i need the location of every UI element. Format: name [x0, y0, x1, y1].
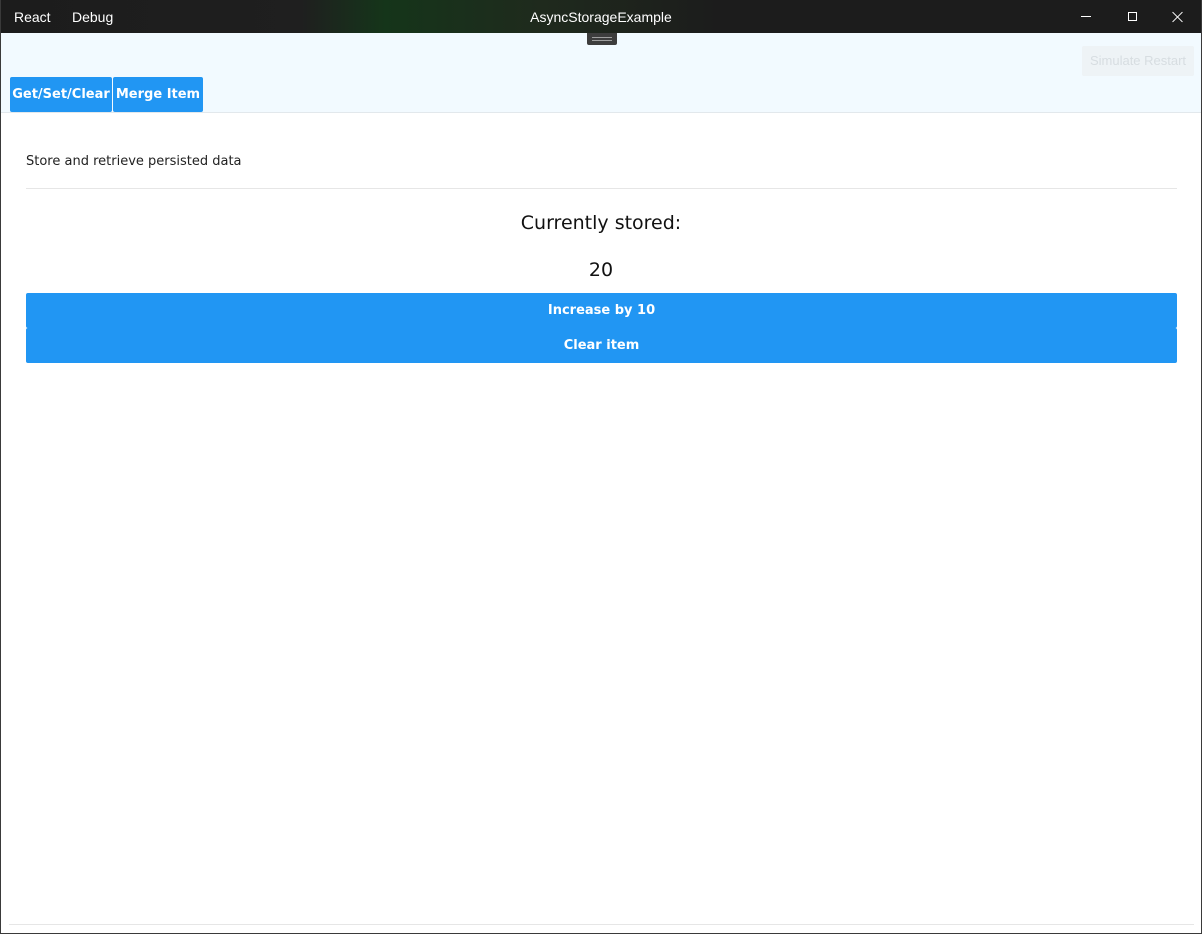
window-title: AsyncStorageExample	[530, 9, 672, 25]
drag-handle-line	[592, 40, 612, 41]
bottom-divider	[9, 924, 1194, 925]
minimize-button[interactable]	[1063, 0, 1109, 33]
menu-react[interactable]: React	[14, 0, 51, 33]
title-bar[interactable]: React Debug AsyncStorageExample	[1, 0, 1201, 33]
drag-handle-icon[interactable]	[587, 33, 617, 45]
tab-merge-item[interactable]: Merge Item	[113, 77, 203, 112]
maximize-icon	[1127, 12, 1137, 21]
stored-value: 20	[588, 259, 614, 281]
divider	[26, 188, 1177, 189]
app-window: React Debug AsyncStorageExample Simulate…	[0, 0, 1202, 934]
page-subtitle: Store and retrieve persisted data	[26, 154, 242, 169]
close-button[interactable]	[1155, 0, 1201, 33]
minimize-icon	[1081, 16, 1091, 17]
header-band: Simulate Restart Get/Set/Clear Merge Ite…	[1, 33, 1201, 113]
drag-handle-line	[592, 37, 612, 38]
increase-button[interactable]: Increase by 10	[26, 293, 1177, 328]
stored-label: Currently stored:	[520, 212, 682, 234]
simulate-restart-button[interactable]: Simulate Restart	[1082, 46, 1194, 76]
clear-item-button[interactable]: Clear item	[26, 328, 1177, 363]
menu-debug[interactable]: Debug	[72, 0, 113, 33]
tab-get-set-clear[interactable]: Get/Set/Clear	[10, 77, 112, 112]
maximize-button[interactable]	[1109, 0, 1155, 33]
close-icon	[1172, 11, 1184, 23]
